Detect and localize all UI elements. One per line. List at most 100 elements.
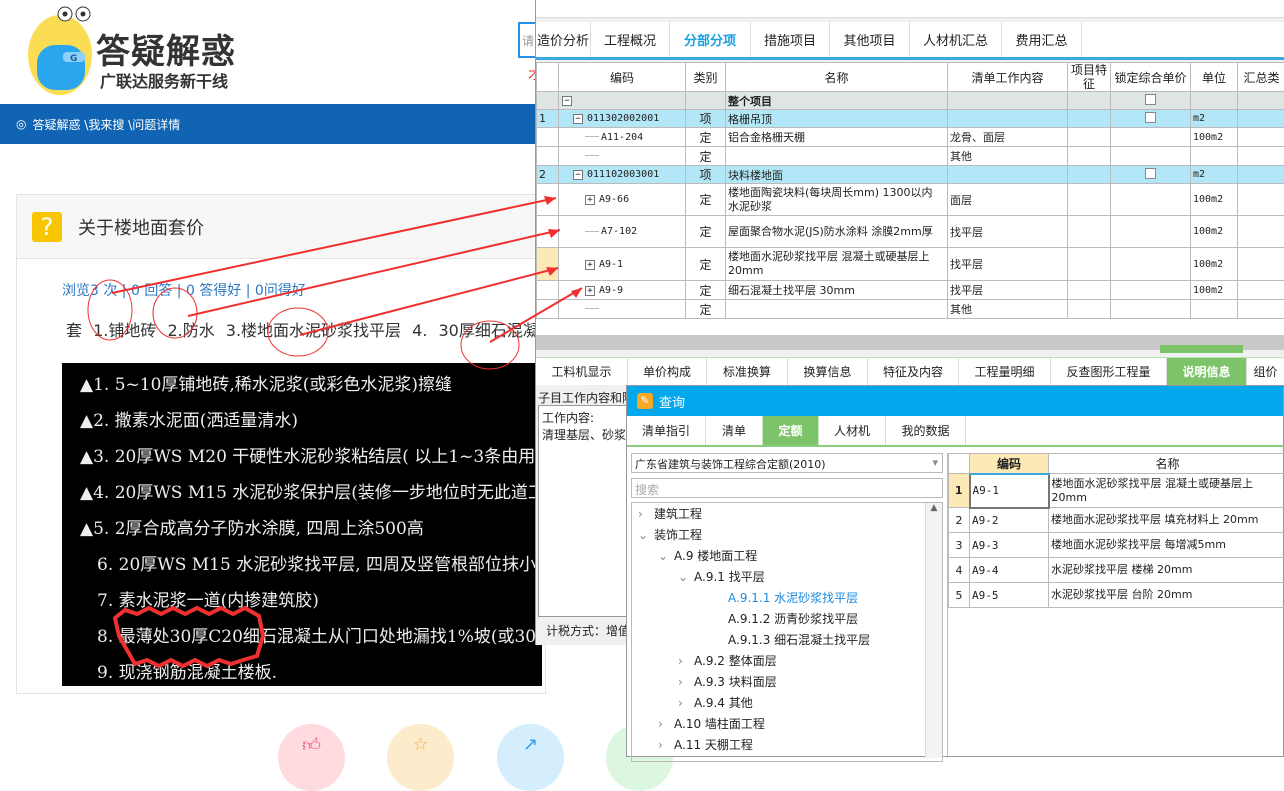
feature-cell[interactable] [1068,166,1111,184]
table-row[interactable]: − 整个项目 [537,92,1284,110]
table-row[interactable]: +A9-9定细石混凝土找平层 30mm找平层100m2 [537,281,1284,300]
feature-cell[interactable] [1068,184,1111,216]
detail-tab-5[interactable]: 工程量明细 [959,358,1051,385]
code-cell[interactable]: A9-4 [970,558,1049,583]
tree-node[interactable]: ⌄装饰工程 [632,525,942,546]
code-cell[interactable]: +A9-9 [559,281,686,300]
tree-node[interactable]: ›A.11 天棚工程 [632,735,942,756]
name-cell[interactable]: 整个项目 [726,92,948,110]
unit-cell[interactable] [1191,92,1238,110]
feature-cell[interactable] [1068,300,1111,319]
unit-cell[interactable]: 100m2 [1191,128,1238,147]
panel-toggle-handle[interactable] [1160,345,1243,353]
content-cell[interactable]: 其他 [948,300,1068,319]
column-header[interactable]: 名称 [726,63,948,92]
summary-cell[interactable] [1238,184,1284,216]
content-cell[interactable]: 其他 [948,147,1068,166]
feature-cell[interactable] [1068,248,1111,281]
tab-1[interactable]: 工程概况 [591,22,670,57]
code-cell[interactable]: A11-204 [559,128,686,147]
tab-2[interactable]: 分部分项 [670,22,751,57]
dialog-tab-0[interactable]: 清单指引 [627,416,706,445]
expand-icon[interactable]: + [585,195,595,205]
summary-cell[interactable] [1238,110,1284,128]
summary-cell[interactable] [1238,281,1284,300]
tree-node[interactable]: A.9.1.1 水泥砂浆找平层 [632,588,942,609]
summary-cell[interactable] [1238,248,1284,281]
unit-cell[interactable]: m2 [1191,166,1238,184]
lock-price-cell[interactable] [1111,110,1191,128]
collapse-icon[interactable]: − [573,170,583,180]
summary-cell[interactable] [1238,92,1284,110]
table-row[interactable]: 2−011102003001项块料楼地面m2 [537,166,1284,184]
quota-select[interactable]: 广东省建筑与装饰工程综合定额(2010)▾ [631,453,943,473]
column-header[interactable]: 编码 [559,63,686,92]
chevron-right-icon[interactable]: › [658,714,674,735]
chevron-right-icon[interactable]: › [678,651,694,672]
tab-6[interactable]: 费用汇总 [1002,22,1082,57]
name-cell[interactable]: 格栅吊顶 [726,110,948,128]
name-cell[interactable]: 水泥砂浆找平层 台阶 20mm [1049,583,1284,608]
column-header[interactable]: 锁定综合单价 [1111,63,1191,92]
search-input[interactable]: 搜索 [631,478,943,498]
summary-cell[interactable] [1238,166,1284,184]
tab-4[interactable]: 其他项目 [830,22,910,57]
content-cell[interactable]: 面层 [948,184,1068,216]
table-row[interactable]: +A9-1定楼地面水泥砂浆找平层 混凝土或硬基层上 20mm找平层100m2 [537,248,1284,281]
unit-cell[interactable] [1191,300,1238,319]
column-header[interactable]: 项目特征 [1068,63,1111,92]
favorite-button[interactable]: ☆ [387,724,454,791]
name-cell[interactable]: 楼地面陶瓷块料(每块周长mm) 1300以内 水泥砂浆 [726,184,948,216]
question-stats[interactable]: 浏览3 次 | 0 回答 | 0 答得好 | 0问得好 [62,280,306,300]
column-header[interactable]: 类别 [686,63,726,92]
unit-cell[interactable]: m2 [1191,110,1238,128]
summary-cell[interactable] [1238,216,1284,248]
tree-node[interactable]: ›建筑工程 [632,504,942,525]
tree-node[interactable]: ⌄A.9 楼地面工程 [632,546,942,567]
name-cell[interactable]: 楼地面水泥砂浆找平层 混凝土或硬基层上 20mm [1049,474,1284,508]
detail-tab-7[interactable]: 说明信息 [1167,358,1247,385]
tree-node[interactable]: A.9.1.3 细石混凝土找平层 [632,630,942,651]
detail-tab-4[interactable]: 特征及内容 [868,358,959,385]
table-row[interactable]: +A9-66定楼地面陶瓷块料(每块周长mm) 1300以内 水泥砂浆面层100m… [537,184,1284,216]
unit-cell[interactable]: 100m2 [1191,281,1238,300]
desc-textarea[interactable]: 工作内容: 清理基层、砂浆 [538,405,628,617]
code-cell[interactable]: A7-102 [559,216,686,248]
content-cell[interactable] [948,110,1068,128]
lock-price-cell[interactable] [1111,248,1191,281]
tree-node[interactable]: ›A.9.4 其他 [632,693,942,714]
table-row[interactable]: 1−011302002001项格栅吊顶m2 [537,110,1284,128]
name-cell[interactable]: 水泥砂浆找平层 楼梯 20mm [1049,558,1284,583]
column-header[interactable]: 单位 [1191,63,1238,92]
name-cell[interactable]: 块料楼地面 [726,166,948,184]
feature-cell[interactable] [1068,128,1111,147]
tree-node[interactable]: ›A.10 墙柱面工程 [632,714,942,735]
expand-icon[interactable]: + [585,260,595,270]
lock-checkbox[interactable] [1145,112,1156,123]
tab-3[interactable]: 措施项目 [751,22,830,57]
detail-tab-8[interactable]: 组价 [1247,358,1284,385]
column-header[interactable]: 编码 [970,454,1049,474]
content-cell[interactable]: 龙骨、面层 [948,128,1068,147]
column-header[interactable]: 汇总类 [1238,63,1284,92]
code-cell[interactable]: − [559,92,686,110]
feature-cell[interactable] [1068,92,1111,110]
content-cell[interactable]: 找平层 [948,216,1068,248]
dialog-tab-2[interactable]: 定额 [763,416,819,445]
lock-price-cell[interactable] [1111,147,1191,166]
breadcrumb[interactable]: 答疑解惑 \我来搜 \问题详情 [32,116,180,133]
name-cell[interactable]: 楼地面水泥砂浆找平层 混凝土或硬基层上 20mm [726,248,948,281]
feature-cell[interactable] [1068,110,1111,128]
detail-tab-3[interactable]: 换算信息 [788,358,868,385]
dialog-tab-4[interactable]: 我的数据 [886,416,966,445]
name-cell[interactable] [726,147,948,166]
code-cell[interactable]: A9-2 [970,508,1049,533]
unit-cell[interactable]: 100m2 [1191,184,1238,216]
result-row[interactable]: 3A9-3楼地面水泥砂浆找平层 每增减5mm [949,533,1284,558]
summary-cell[interactable] [1238,128,1284,147]
table-row[interactable]: A11-204定铝合金格栅天棚龙骨、面层100m2 [537,128,1284,147]
result-row[interactable]: 4A9-4水泥砂浆找平层 楼梯 20mm [949,558,1284,583]
tab-5[interactable]: 人材机汇总 [910,22,1002,57]
collapse-icon[interactable]: − [573,114,583,124]
share-button[interactable]: ↗ [497,724,564,791]
